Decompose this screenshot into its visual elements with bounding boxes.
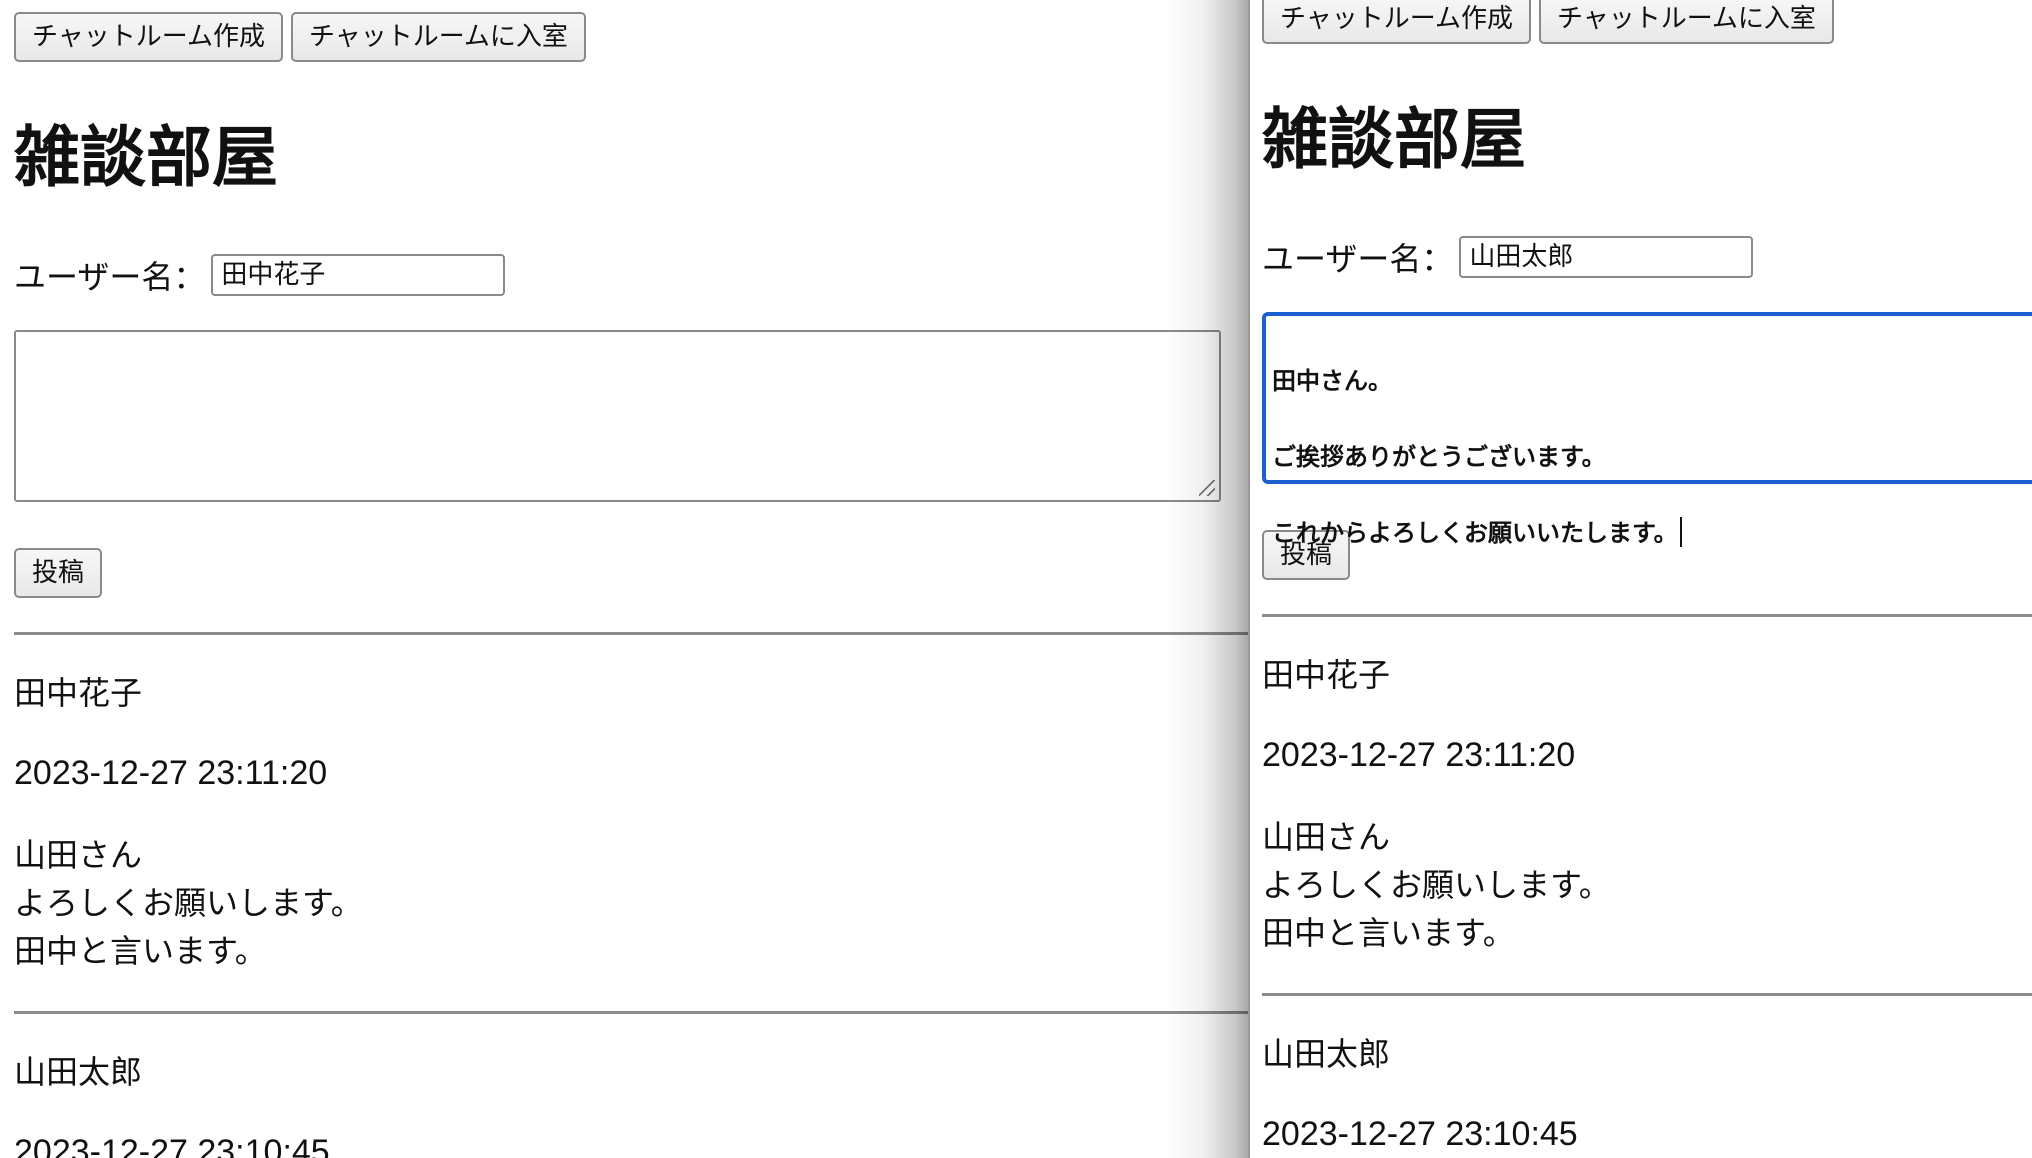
message-body: 山田さん よろしくお願いします。 田中と言います。: [1262, 813, 2032, 957]
username-input[interactable]: 田中花子: [211, 254, 506, 296]
post-button[interactable]: 投稿: [14, 548, 103, 598]
enter-room-button[interactable]: チャットルームに入室: [290, 12, 586, 62]
create-room-button[interactable]: チャットルーム作成: [14, 12, 283, 62]
message-separator: [1262, 993, 2032, 996]
left-page-content: チャットルーム作成 チャットルームに入室 雑談部屋 ユーザー名： 田中花子 投稿 …: [14, 12, 1248, 1158]
username-row: ユーザー名： 田中花子: [14, 252, 1248, 298]
message-body-line: 田中と言います。: [14, 932, 267, 970]
message-body: 山田さん よろしくお願いします。 田中と言います。: [14, 831, 1248, 975]
message-username: 山田太郎: [14, 1053, 143, 1091]
message-item: 山田太郎 2023-12-27 23:10:45: [1262, 1034, 2032, 1154]
message-username: 山田太郎: [1262, 1035, 1391, 1073]
message-body-line: 山田さん: [1262, 818, 1391, 856]
message-body-line: よろしくお願いします。: [1262, 866, 1611, 904]
room-title: 雑談部屋: [14, 119, 278, 196]
message-body-line: よろしくお願いします。: [14, 884, 363, 922]
message-timestamp: 2023-12-27 23:11:20: [14, 754, 328, 792]
message-item: 山田太郎 2023-12-27 23:10:45: [14, 1052, 1248, 1158]
message-timestamp: 2023-12-27 23:11:20: [1262, 736, 1576, 774]
message-separator: [1262, 614, 2032, 617]
window-edge: [1248, 0, 1250, 1158]
right-page-content: チャットルーム作成 チャットルームに入室 雑談部屋 ユーザー名： 山田太郎 田中さ…: [1262, 0, 2032, 1154]
username-row: ユーザー名： 山田太郎: [1262, 234, 2032, 280]
message-timestamp: 2023-12-27 23:10:45: [1262, 1115, 1578, 1153]
resize-grip-icon[interactable]: [1199, 480, 1215, 496]
message-item: 田中花子 2023-12-27 23:11:20 山田さん よろしくお願いします…: [14, 673, 1248, 975]
left-browser-window: チャットルーム作成 チャットルームに入室 雑談部屋 ユーザー名： 田中花子 投稿 …: [0, 0, 1248, 1158]
screen: チャットルーム作成 チャットルームに入室 雑談部屋 ユーザー名： 田中花子 投稿 …: [0, 0, 2032, 1158]
left-toolbar: チャットルーム作成 チャットルームに入室: [14, 12, 1248, 62]
username-label: ユーザー名：: [1262, 240, 1454, 278]
text-caret: [1679, 517, 1682, 547]
message-body-line: 田中と言います。: [1262, 914, 1515, 952]
message-item: 田中花子 2023-12-27 23:11:20 山田さん よろしくお願いします…: [1262, 655, 2032, 957]
message-username: 田中花子: [1262, 656, 1391, 694]
message-body-line: 山田さん: [14, 836, 143, 874]
username-input[interactable]: 山田太郎: [1459, 236, 1754, 278]
message-textarea[interactable]: [14, 330, 1221, 502]
right-browser-window: チャットルーム作成 チャットルームに入室 雑談部屋 ユーザー名： 山田太郎 田中さ…: [1248, 0, 2032, 1158]
message-textarea[interactable]: 田中さん。 ご挨拶ありがとうございます。 これからよろしくお願いいたします。: [1262, 312, 2032, 547]
username-label: ユーザー名：: [14, 258, 206, 296]
room-title: 雑談部屋: [1262, 101, 1526, 178]
post-row: 投稿: [14, 548, 1248, 598]
message-timestamp: 2023-12-27 23:10:45: [14, 1133, 330, 1158]
message-textarea-line: 田中さん。: [1272, 367, 1392, 395]
create-room-button[interactable]: チャットルーム作成: [1262, 0, 1531, 44]
enter-room-button[interactable]: チャットルームに入室: [1538, 0, 1834, 44]
message-textarea-line: ご挨拶ありがとうございます。: [1272, 443, 1606, 471]
message-textarea-line: これからよろしくお願いいたします。: [1272, 519, 1678, 547]
right-toolbar: チャットルーム作成 チャットルームに入室: [1262, 0, 2032, 44]
message-separator: [14, 632, 1248, 635]
message-username: 田中花子: [14, 674, 143, 712]
message-separator: [14, 1011, 1248, 1014]
